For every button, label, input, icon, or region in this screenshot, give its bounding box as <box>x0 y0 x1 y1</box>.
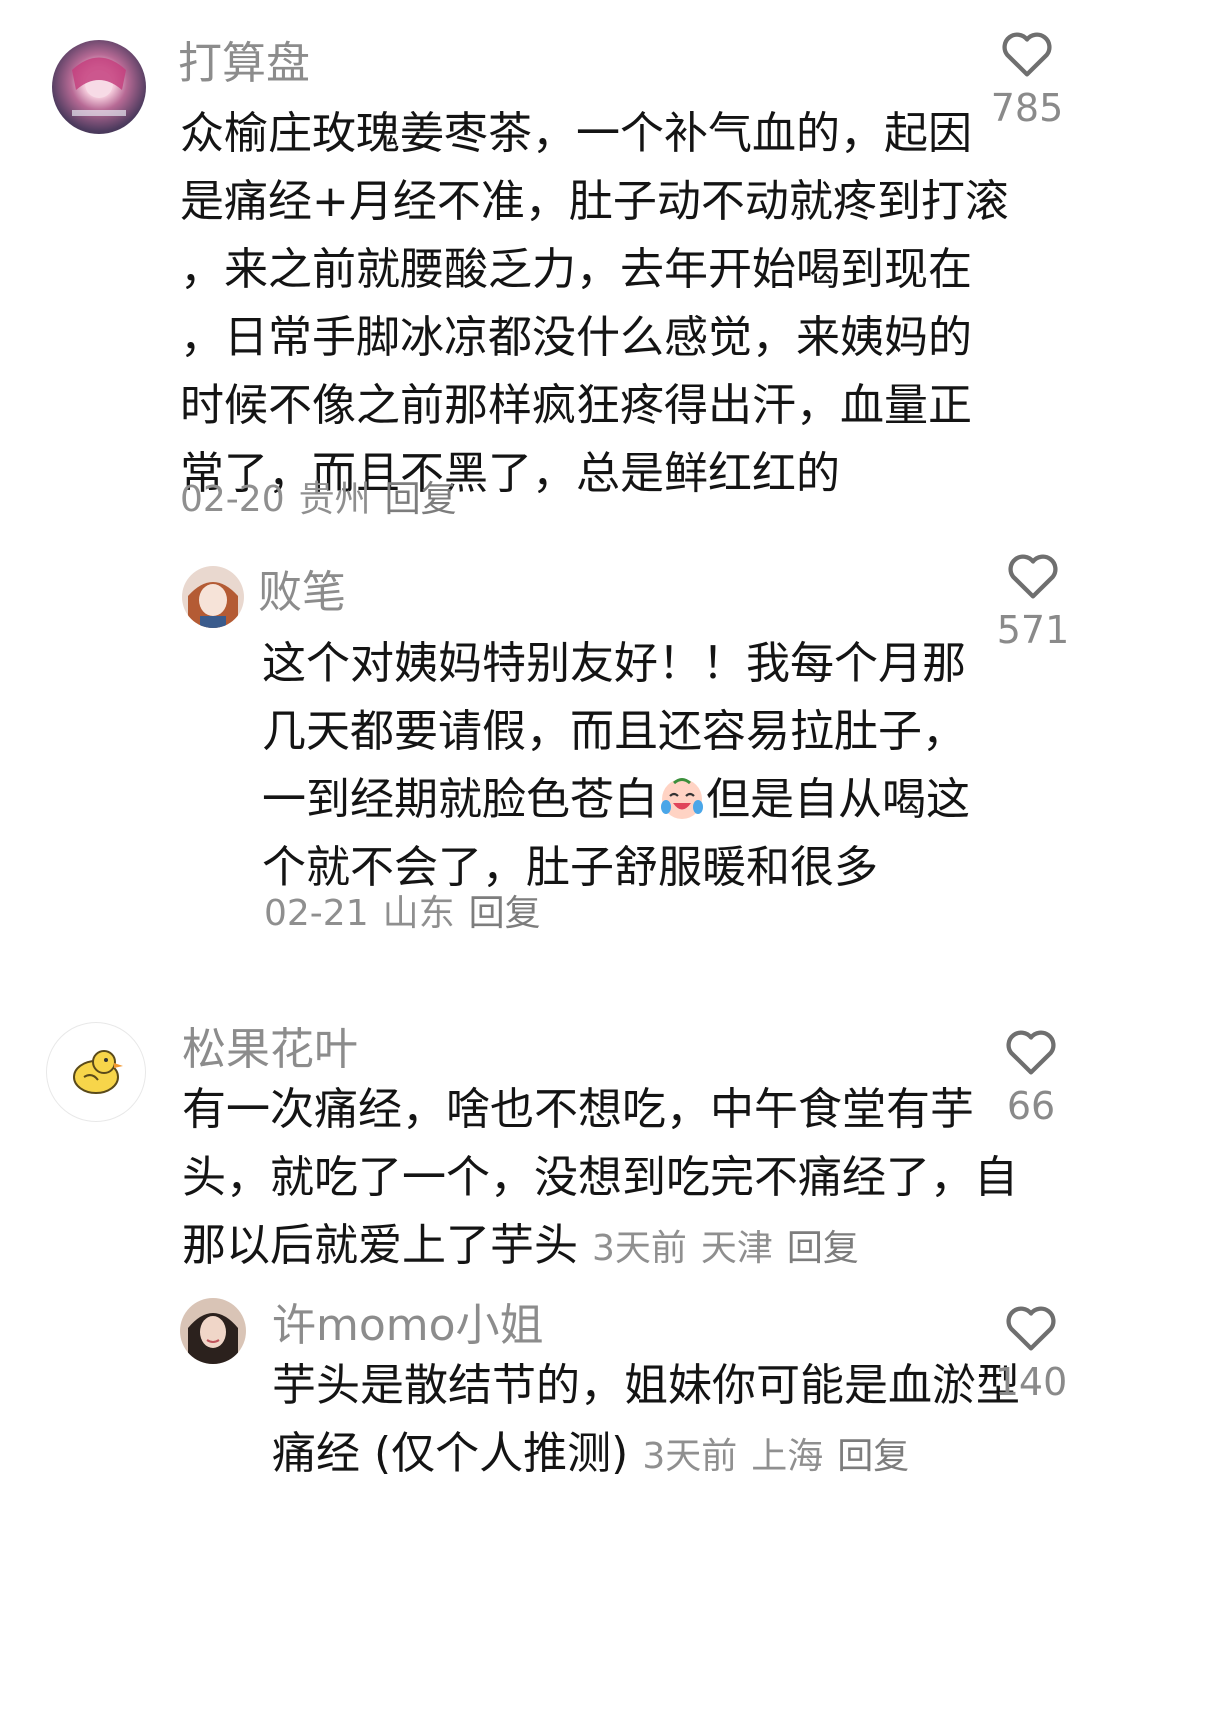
comment-line: 有一次痛经，啥也不想吃，中午食堂有芋 <box>182 1084 974 1135</box>
comment-line: 芋头是散结节的，姐妹你可能是血淤型 <box>272 1360 1020 1411</box>
avatar-image-icon <box>188 582 238 628</box>
reply-button[interactable]: 回复 <box>787 1228 859 1269</box>
comment-meta: 3天前 上海 回复 <box>642 1436 909 1477</box>
like-count: 140 <box>994 1360 1068 1404</box>
comment-date: 3天前 <box>642 1436 738 1477</box>
comment-line: 一到经期就脸色苍白 但是自从喝这 <box>262 774 970 825</box>
comment-line: 众榆庄玫瑰姜枣茶，一个补气血的，起因 <box>180 108 972 159</box>
comment-line: 痛经 (仅个人推测) 3天前 上海 回复 <box>272 1428 910 1479</box>
comment-meta: 02-21 山东 回复 <box>264 890 541 938</box>
comment-location: 贵州 <box>298 479 371 520</box>
comment-location: 天津 <box>700 1228 773 1269</box>
comment-line: ，来之前就腰酸乏力，去年开始喝到现在 <box>180 244 972 295</box>
crying-laughing-emoji-icon <box>661 778 703 819</box>
comment-username[interactable]: 松果花叶 <box>182 1024 358 1076</box>
duck-icon <box>73 1050 123 1094</box>
avatar[interactable] <box>52 40 146 134</box>
avatar-image-icon <box>72 57 126 116</box>
like-count: 571 <box>996 608 1070 652</box>
comment-text: 众榆庄玫瑰姜枣茶，一个补气血的，起因 是痛经+月经不准，肚子动不动就疼到打滚 ，… <box>180 100 1009 508</box>
comment-text: 有一次痛经，啥也不想吃，中午食堂有芋 头，就吃了一个，没想到吃完不痛经了，自 那… <box>182 1076 1018 1283</box>
like-button[interactable]: 66 <box>966 1026 1096 1130</box>
comment-text: 这个对姨妈特别友好！！我每个月那 几天都要请假，而且还容易拉肚子， 一到经期就脸… <box>262 630 970 902</box>
like-button[interactable]: 140 <box>966 1302 1096 1406</box>
avatar-image-icon <box>188 1313 238 1364</box>
comment-line: 时候不像之前那样疯狂疼得出汗，血量正 <box>180 380 972 431</box>
comment-location: 山东 <box>382 893 455 934</box>
heart-icon[interactable] <box>1004 1026 1058 1076</box>
heart-icon[interactable] <box>1004 1302 1058 1352</box>
comment-location: 上海 <box>751 1436 824 1477</box>
reply-button[interactable]: 回复 <box>469 893 541 934</box>
avatar[interactable] <box>46 1022 146 1122</box>
comment-text: 芋头是散结节的，姐妹你可能是血淤型 痛经 (仅个人推测) 3天前 上海 回复 <box>272 1352 1020 1491</box>
reply-button[interactable]: 回复 <box>837 1436 909 1477</box>
like-count: 785 <box>990 86 1064 130</box>
comment-date: 02-20 <box>180 479 285 520</box>
like-count: 66 <box>1006 1084 1056 1128</box>
like-button[interactable]: 785 <box>962 28 1092 132</box>
comment-username[interactable]: 许momo小姐 <box>272 1300 544 1352</box>
like-button[interactable]: 571 <box>968 550 1098 654</box>
heart-icon[interactable] <box>1000 28 1054 78</box>
comment-line: 是痛经+月经不准，肚子动不动就疼到打滚 <box>180 176 1009 227</box>
comment-line: 几天都要请假，而且还容易拉肚子， <box>262 706 966 757</box>
avatar[interactable] <box>180 1298 246 1364</box>
comment-meta: 02-20 贵州 回复 <box>180 476 457 524</box>
comment-username[interactable]: 败笔 <box>258 567 346 619</box>
comment-line: ，日常手脚冰凉都没什么感觉，来姨妈的 <box>180 312 972 363</box>
comment-line: 这个对姨妈特别友好！！我每个月那 <box>262 638 966 689</box>
comment-date: 02-21 <box>264 893 369 934</box>
comment-line: 头，就吃了一个，没想到吃完不痛经了，自 <box>182 1152 1018 1203</box>
comment-date: 3天前 <box>592 1228 687 1269</box>
heart-icon[interactable] <box>1006 550 1060 600</box>
comment-username[interactable]: 打算盘 <box>178 38 310 90</box>
avatar[interactable] <box>182 566 244 628</box>
reply-button[interactable]: 回复 <box>385 479 457 520</box>
comment-line: 那以后就爱上了芋头 3天前 天津 回复 <box>182 1220 859 1271</box>
comment-meta: 3天前 天津 回复 <box>592 1228 859 1269</box>
